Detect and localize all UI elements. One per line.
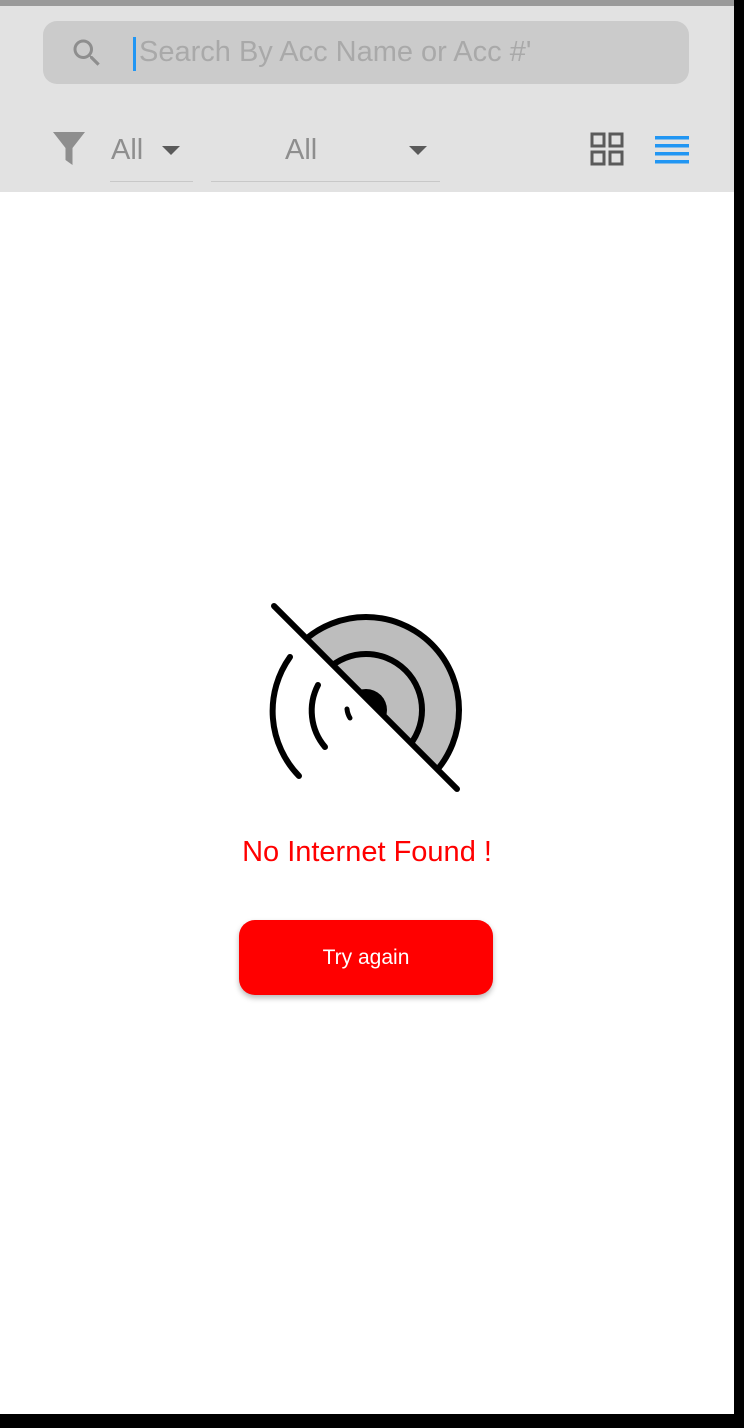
filter-dropdown-1-value: All	[111, 134, 144, 166]
try-again-button[interactable]: Try again	[239, 920, 493, 995]
app-screen: All All	[0, 0, 734, 1414]
text-caret	[133, 37, 136, 71]
search-input[interactable]	[139, 29, 669, 75]
chevron-down-icon	[409, 146, 427, 155]
filter-dropdown-2[interactable]: All	[211, 126, 440, 182]
search-bar[interactable]	[43, 21, 689, 84]
search-icon	[73, 39, 100, 66]
grid-view-icon[interactable]	[588, 130, 628, 170]
filter-dropdown-2-value: All	[285, 134, 318, 166]
no-internet-message: No Internet Found !	[242, 836, 492, 868]
no-signal-icon	[269, 603, 462, 794]
filter-icon[interactable]	[52, 130, 86, 168]
header-bar: All All	[0, 6, 734, 192]
chevron-down-icon	[162, 146, 180, 155]
filter-dropdown-1[interactable]: All	[110, 126, 193, 182]
list-view-icon[interactable]	[652, 132, 692, 168]
